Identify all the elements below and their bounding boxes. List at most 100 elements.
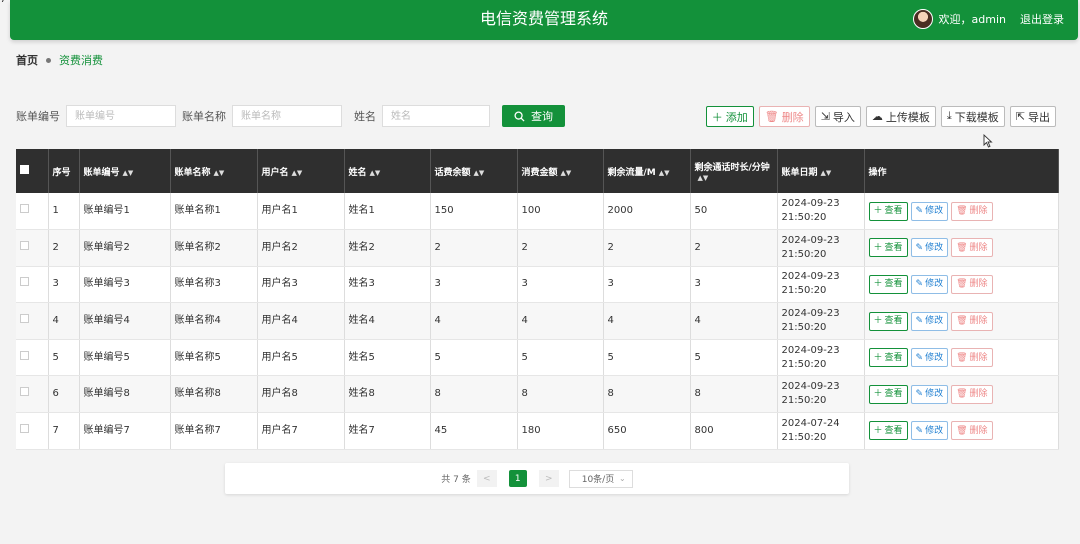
cell-username: 用户名1 — [257, 193, 345, 231]
row-select-cell — [16, 302, 49, 340]
row-checkbox[interactable] — [20, 423, 29, 433]
sort-icon[interactable]: ▲▼ — [821, 169, 832, 177]
col-bill-no[interactable]: 账单编号 ▲▼ — [79, 149, 171, 193]
row-checkbox[interactable] — [20, 277, 29, 287]
import-button[interactable]: ⇲ 导入 — [814, 106, 861, 127]
cell-bill-date: 2024-09-23 21:50:20 — [777, 302, 865, 340]
cell-balance: 4 — [430, 302, 518, 340]
breadcrumb-home[interactable]: 首页 — [16, 52, 38, 68]
edit-button[interactable]: ✎ 修改 — [910, 238, 949, 258]
cell-data-remaining: 2 — [603, 229, 691, 267]
upload-template-button[interactable]: ☁ 上传模板 — [865, 106, 936, 127]
edit-icon: ✎ — [915, 352, 924, 363]
row-checkbox[interactable] — [20, 314, 29, 324]
view-button[interactable]: ＋查看 — [868, 421, 908, 441]
page-size-value: 10条/页 — [581, 475, 615, 485]
cell-balance: 150 — [430, 193, 518, 231]
row-select-cell — [16, 375, 49, 414]
delete-button[interactable]: 🗑 删除 — [951, 201, 993, 221]
cell-name: 姓名2 — [344, 229, 431, 267]
bill-no-input[interactable] — [66, 105, 176, 127]
edit-icon: ✎ — [915, 206, 924, 217]
sort-icon[interactable]: ▲▼ — [370, 169, 381, 177]
edit-button[interactable]: ✎ 修改 — [910, 201, 949, 221]
batch-delete-button[interactable]: 🗑 删除 — [758, 106, 810, 127]
bill-no-label: 账单编号 — [16, 110, 60, 123]
cell-index: 2 — [48, 229, 80, 267]
cell-bill-date: 2024-09-23 21:50:20 — [777, 339, 865, 377]
edit-button[interactable]: ✎ 修改 — [910, 421, 949, 441]
edit-button[interactable]: ✎ 修改 — [910, 311, 949, 331]
cell-spend: 3 — [517, 266, 604, 304]
page-number-current[interactable]: 1 — [508, 470, 527, 487]
edit-icon: ✎ — [915, 316, 924, 327]
col-bill-name[interactable]: 账单名称 ▲▼ — [170, 149, 258, 193]
view-button[interactable]: ＋查看 — [868, 274, 908, 294]
name-input[interactable] — [382, 105, 490, 127]
row-checkbox[interactable] — [20, 204, 29, 214]
cell-bill-name: 账单名称3 — [170, 266, 258, 304]
row-actions: ＋查看 ✎ 修改 🗑 删除 — [864, 266, 1059, 304]
cell-minutes-remaining: 5 — [690, 339, 778, 377]
select-all-checkbox[interactable] — [20, 165, 29, 174]
page-size-select[interactable]: 10条/页 ⌄ — [568, 469, 633, 488]
col-data-remaining[interactable]: 剩余流量/M ▲▼ — [603, 149, 691, 193]
sort-icon[interactable]: ▲▼ — [474, 169, 485, 177]
col-balance[interactable]: 话费余额 ▲▼ — [430, 149, 518, 193]
sort-icon[interactable]: ▲▼ — [214, 169, 225, 177]
cell-name: 姓名3 — [344, 266, 431, 304]
delete-button[interactable]: 🗑 删除 — [951, 238, 993, 258]
col-spend[interactable]: 消费金额 ▲▼ — [517, 149, 604, 193]
cell-username: 用户名2 — [257, 229, 345, 267]
header-select-all[interactable] — [16, 149, 49, 193]
sort-icon[interactable]: ▲▼ — [659, 169, 670, 177]
prev-page-button[interactable]: < — [476, 470, 497, 487]
view-button[interactable]: ＋查看 — [868, 348, 908, 368]
delete-button[interactable]: 🗑 删除 — [951, 384, 993, 404]
col-minutes-remaining[interactable]: 剩余通话时长/分钟▲▼ — [690, 149, 778, 193]
col-bill-date[interactable]: 账单日期 ▲▼ — [777, 149, 865, 193]
export-button[interactable]: ⇱ 导出 — [1009, 106, 1056, 127]
delete-button[interactable]: 🗑 删除 — [951, 421, 993, 441]
delete-button[interactable]: 🗑 删除 — [951, 348, 993, 368]
add-button[interactable]: ＋添加 — [705, 106, 754, 127]
delete-button[interactable]: 🗑 删除 — [951, 274, 993, 294]
view-button[interactable]: ＋查看 — [868, 201, 908, 221]
download-template-button[interactable]: ⤓ 下载模板 — [940, 106, 1005, 127]
cell-username: 用户名4 — [257, 302, 345, 340]
view-button[interactable]: ＋查看 — [868, 384, 908, 404]
sort-icon[interactable]: ▲▼ — [561, 169, 572, 177]
col-username[interactable]: 用户名 ▲▼ — [257, 149, 345, 193]
delete-button[interactable]: 🗑 删除 — [951, 311, 993, 331]
cell-minutes-remaining: 50 — [690, 193, 778, 231]
table-header-row: 序号 账单编号 ▲▼ 账单名称 ▲▼ 用户名 ▲▼ 姓名 ▲▼ 话费余额 ▲▼ 消费金额 ▲… — [16, 149, 1059, 193]
plus-icon: ＋ — [873, 279, 883, 290]
row-checkbox[interactable] — [20, 350, 29, 360]
cell-bill-date: 2024-09-23 21:50:20 — [777, 266, 865, 304]
search-button[interactable]: 查询 — [502, 105, 565, 127]
cell-bill-date: 2024-07-24 21:50:20 — [777, 412, 865, 450]
sort-icon[interactable]: ▲▼ — [698, 174, 709, 182]
sort-icon[interactable]: ▲▼ — [123, 169, 134, 177]
view-button[interactable]: ＋查看 — [868, 238, 908, 258]
edit-button[interactable]: ✎ 修改 — [910, 348, 949, 368]
cell-name: 姓名1 — [344, 193, 431, 231]
edit-button[interactable]: ✎ 修改 — [910, 384, 949, 404]
cell-balance: 45 — [430, 412, 518, 450]
plus-icon: ＋ — [873, 206, 883, 217]
sort-icon[interactable]: ▲▼ — [292, 169, 303, 177]
cell-name: 姓名5 — [344, 339, 431, 377]
avatar[interactable] — [912, 9, 933, 29]
bill-name-input[interactable] — [232, 105, 342, 127]
row-checkbox[interactable] — [20, 240, 29, 250]
col-name[interactable]: 姓名 ▲▼ — [344, 149, 431, 193]
table-row: 1 账单编号1 账单名称1 用户名1 姓名1 150 100 2000 50 2024-09-23… — [16, 193, 1059, 231]
row-checkbox[interactable] — [20, 387, 29, 397]
edit-button[interactable]: ✎ 修改 — [910, 274, 949, 294]
logout-link[interactable]: 退出登录 — [1020, 11, 1064, 27]
cell-bill-no: 账单编号4 — [79, 302, 171, 340]
cell-bill-name: 账单名称2 — [170, 229, 258, 267]
view-button[interactable]: ＋查看 — [868, 311, 908, 331]
next-page-button[interactable]: > — [538, 470, 559, 487]
cell-name: 姓名4 — [344, 302, 431, 340]
